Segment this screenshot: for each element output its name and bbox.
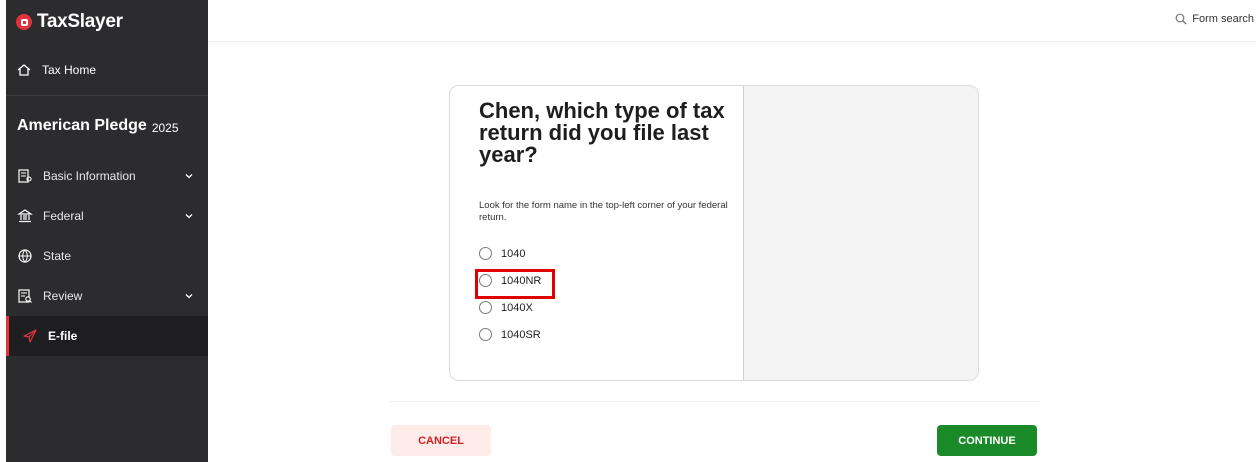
federal-building-icon — [16, 207, 34, 225]
cancel-button[interactable]: CANCEL — [391, 425, 491, 456]
radio-button[interactable] — [479, 328, 492, 341]
return-name: American Pledge — [17, 117, 147, 134]
sidebar-item-label: E-file — [48, 329, 78, 343]
option-label: 1040X — [501, 301, 533, 314]
question-hint: Look for the form name in the top-left c… — [479, 200, 728, 223]
question-panel: Chen, which type of tax return did you f… — [450, 86, 744, 380]
sidebar-item-state[interactable]: State — [6, 236, 208, 276]
sidebar-item-tax-home[interactable]: Tax Home — [6, 44, 208, 96]
option-label: 1040SR — [501, 328, 541, 341]
form-search-label: Form search — [1192, 13, 1254, 25]
brand-name: TaxSlayer — [37, 11, 123, 32]
chevron-down-icon[interactable] — [184, 211, 194, 221]
continue-button[interactable]: CONTINUE — [937, 425, 1037, 456]
radio-button[interactable] — [479, 301, 492, 314]
question-title: Chen, which type of tax return did you f… — [479, 98, 725, 167]
taxslayer-logo-icon — [16, 14, 32, 30]
home-icon — [17, 63, 31, 76]
search-icon — [1175, 13, 1187, 25]
sidebar-item-label: Tax Home — [42, 62, 97, 77]
globe-icon — [16, 247, 34, 265]
chevron-down-icon[interactable] — [184, 171, 194, 181]
sidebar-item-label: State — [43, 249, 72, 263]
review-icon — [16, 287, 34, 305]
sidebar-item-federal[interactable]: Federal — [6, 196, 208, 236]
return-title: American Pledge 2025 — [6, 96, 208, 156]
basic-info-icon — [16, 167, 34, 185]
chevron-down-icon[interactable] — [184, 291, 194, 301]
highlight-box — [475, 269, 555, 299]
brand[interactable]: TaxSlayer — [6, 0, 208, 44]
option-1040[interactable]: 1040 — [479, 240, 743, 267]
return-year: 2025 — [151, 120, 179, 135]
info-panel — [744, 86, 978, 380]
sidebar-item-label: Basic Information — [43, 169, 136, 183]
question-card: Chen, which type of tax return did you f… — [449, 85, 979, 381]
form-search-button[interactable]: Form search — [1175, 13, 1254, 25]
option-1040sr[interactable]: 1040SR — [479, 321, 743, 348]
option-label: 1040 — [501, 247, 526, 260]
sidebar-item-label: Review — [43, 289, 83, 303]
app-root: TaxSlayer Tax Home American Pledge 2025 … — [0, 0, 1256, 462]
sidebar-item-basic-information[interactable]: Basic Information — [6, 156, 208, 196]
paper-plane-icon — [21, 327, 39, 345]
sidebar: TaxSlayer Tax Home American Pledge 2025 … — [6, 0, 208, 462]
radio-button[interactable] — [479, 247, 492, 260]
top-bar: Form search — [208, 0, 1256, 42]
sidebar-item-label: Federal — [43, 209, 84, 223]
sidebar-item-e-file[interactable]: E-file — [6, 316, 208, 356]
sidebar-item-review[interactable]: Review — [6, 276, 208, 316]
footer-divider — [389, 401, 1040, 402]
